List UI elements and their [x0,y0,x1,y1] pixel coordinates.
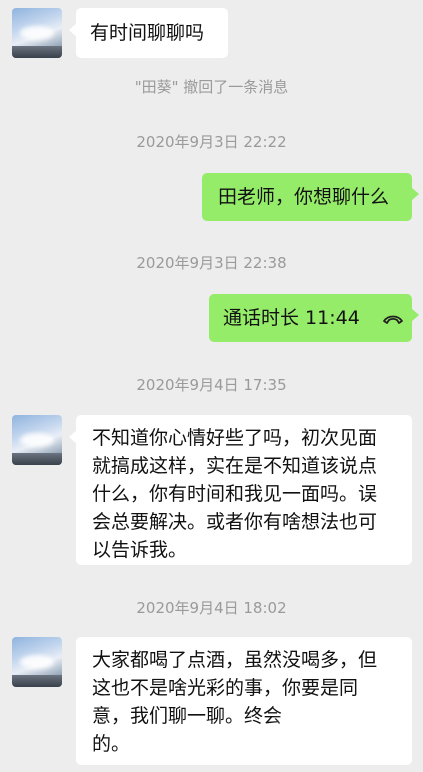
timestamp: 2020年9月4日 18:02 [136,599,287,617]
redaction-smudge [280,707,400,753]
message-text: 有时间聊聊吗 [90,22,205,44]
contact-avatar[interactable] [12,637,62,687]
message-row: 有时间聊聊吗 [0,8,423,60]
message-line: 什么，你有时间和我见一面吗。误 [92,483,378,505]
message-row: 大家都喝了点酒，虽然没喝多，但 这也不是啥光彩的事，你要是同 意，我们聊一聊。终… [0,637,423,767]
contact-avatar[interactable] [12,8,62,58]
message-line: 大家都喝了点酒，虽然没喝多，但 [92,649,378,671]
message-row: 不知道你心情好些了吗，初次见面 就搞成这样，实在是不知道该说点 什么，你有时间和… [0,415,423,567]
call-duration-text: 通话时长 11:44 [223,307,360,329]
message-line: 不知道你心情好些了吗，初次见面 [92,427,378,449]
recall-notice: "田葵" 撤回了一条消息 [134,78,289,96]
message-bubble[interactable]: 田老师，你想聊什么 [202,173,419,221]
message-row: 田老师，你想聊什么 [0,173,423,223]
phone-hangup-icon [382,305,404,333]
timestamp: 2020年9月3日 22:38 [136,254,287,272]
message-bubble[interactable]: 有时间聊聊吗 [69,8,228,58]
contact-avatar[interactable] [12,415,62,465]
timestamp: 2020年9月3日 22:22 [136,133,287,151]
message-text: 田老师，你想聊什么 [218,186,390,208]
message-bubble[interactable]: 不知道你心情好些了吗，初次见面 就搞成这样，实在是不知道该说点 什么，你有时间和… [69,415,412,565]
call-record-bubble[interactable]: 通话时长 11:44 [209,294,419,342]
message-line: 以告诉我。 [92,539,188,561]
timestamp: 2020年9月4日 17:35 [136,376,287,394]
message-line: 就搞成这样，实在是不知道该说点 [92,455,378,477]
message-row: 通话时长 11:44 [0,294,423,344]
message-line: 这也不是啥光彩的事，你要是同 [92,677,359,699]
message-line: 会总要解决。或者你有啥想法也可 [92,511,378,533]
